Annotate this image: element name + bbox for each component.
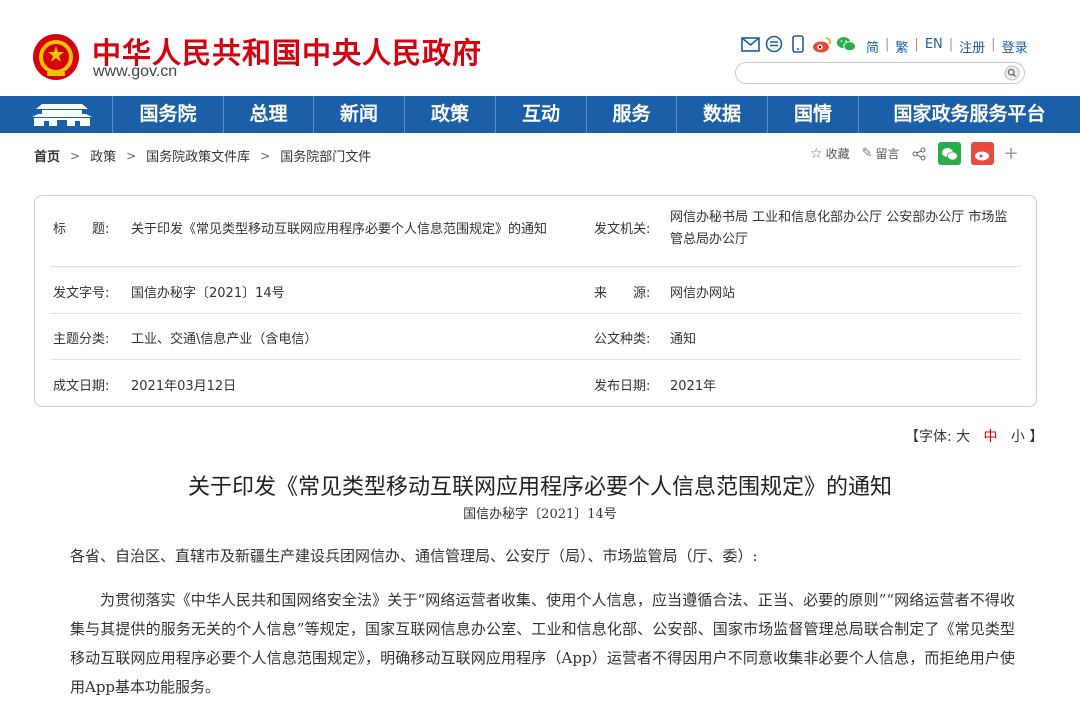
nav-item-service-platform[interactable]: 国家政务服务平台	[858, 96, 1080, 133]
source-label: 来 源:	[594, 286, 651, 301]
date-value: 2021年03月12日	[131, 379, 237, 394]
favorite-button[interactable]: ☆ 收藏	[810, 145, 850, 162]
comment-label: 留言	[875, 147, 900, 161]
nav-item-data[interactable]: 数据	[676, 96, 767, 133]
issuer-label: 发文机关:	[594, 222, 651, 237]
document-info-table: 标 题: 关于印发《常见类型移动互联网应用程序必要个人信息范围规定》的通知 发文…	[34, 195, 1037, 407]
national-emblem-icon	[33, 34, 79, 80]
login-link[interactable]: 登录	[1002, 37, 1028, 56]
separator: |	[948, 37, 954, 52]
register-link[interactable]: 注册	[959, 37, 985, 56]
nav-item-premier[interactable]: 总理	[223, 96, 313, 133]
english-link[interactable]: EN	[925, 37, 943, 56]
nav-item-state-council[interactable]: 国务院	[112, 96, 223, 133]
divider	[51, 266, 1020, 267]
breadcrumb-policy[interactable]: 政策	[90, 146, 116, 165]
main-nav: 国务院 总理 新闻 政策 互动 服务 数据 国情 国家政务服务平台	[0, 96, 1080, 133]
breadcrumb-dept-docs[interactable]: 国务院部门文件	[280, 146, 371, 165]
top-icons	[740, 35, 856, 53]
chevron-right-icon: >	[126, 148, 137, 163]
breadcrumb-policy-library[interactable]: 国务院政策文件库	[146, 146, 250, 165]
search-icon[interactable]	[1004, 65, 1020, 81]
pub-date-label: 发布日期:	[594, 379, 651, 394]
font-size-suffix: 】	[1029, 429, 1044, 445]
font-size-medium[interactable]: 中	[984, 429, 998, 445]
title-label: 标 题:	[53, 222, 110, 237]
simplified-link[interactable]: 简	[866, 37, 879, 56]
top-links: 简 | 繁 | EN | 注册 | 登录	[866, 37, 1028, 56]
search-input[interactable]	[735, 62, 1025, 84]
favorite-label: 收藏	[825, 147, 850, 161]
weibo-icon[interactable]	[812, 35, 832, 53]
share-wechat-button[interactable]	[937, 142, 961, 165]
site-url[interactable]: www.gov.cn	[93, 63, 177, 81]
topic-label: 主题分类:	[53, 332, 110, 347]
title-value: 关于印发《常见类型移动互联网应用程序必要个人信息范围规定》的通知	[131, 222, 548, 237]
weibo-icon	[974, 151, 989, 160]
breadcrumb-home[interactable]: 首页	[34, 146, 60, 165]
chevron-right-icon: >	[70, 148, 81, 163]
date-label: 成文日期:	[53, 379, 110, 394]
separator: |	[991, 37, 996, 52]
share-icon	[912, 147, 925, 160]
issuer-value: 网信办秘书局 工业和信息化部办公厅 公安部办公厅 市场监管总局办公厅	[670, 210, 1008, 247]
wechat-icon[interactable]	[836, 35, 856, 53]
chevron-right-icon: >	[260, 148, 271, 163]
font-size-small[interactable]: 小	[1011, 429, 1025, 445]
tiananmen-logo-icon[interactable]	[30, 100, 94, 128]
article-paragraph: 为贯彻落实《中华人民共和国网络安全法》关于“网络运营者收集、使用个人信息，应当遵…	[70, 591, 1015, 696]
star-icon: ☆	[810, 145, 823, 162]
separator: |	[914, 37, 919, 52]
separator: |	[885, 37, 890, 52]
mail-icon[interactable]	[740, 35, 760, 53]
divider	[51, 359, 1020, 360]
pub-date-value: 2021年	[670, 379, 717, 394]
docno-value: 国信办秘字〔2021〕14号	[131, 286, 285, 301]
pen-icon: ✎	[861, 146, 873, 161]
comment-button[interactable]: ✎ 留言	[862, 145, 900, 162]
font-size-prefix: 【字体:	[905, 429, 952, 445]
article-salutation: 各省、自治区、直辖市及新疆生产建设兵团网信办、通信管理局、公安厅（局）、市场监管…	[70, 547, 758, 565]
share-weibo-button[interactable]	[970, 142, 994, 165]
type-label: 公文种类:	[594, 332, 651, 347]
nav-item-national-info[interactable]: 国情	[767, 96, 858, 133]
nav-item-services[interactable]: 服务	[586, 96, 676, 133]
breadcrumb: 首页 > 政策 > 国务院政策文件库 > 国务院部门文件	[34, 146, 371, 166]
page-tools: ☆ 收藏 ✎ 留言 +	[810, 142, 1019, 165]
traditional-link[interactable]: 繁	[895, 37, 908, 56]
nav-item-news[interactable]: 新闻	[313, 96, 404, 133]
wechat-icon	[941, 147, 958, 160]
mobile-icon[interactable]	[788, 35, 808, 53]
article-docno: 国信办秘字〔2021〕14号	[463, 507, 617, 522]
more-share-icon[interactable]: +	[1004, 143, 1019, 164]
nav-item-policy[interactable]: 政策	[404, 96, 495, 133]
type-value: 通知	[670, 332, 697, 347]
font-size-selector: 【字体: 大 中 小 】	[905, 426, 1043, 446]
divider	[51, 313, 1020, 314]
message-icon[interactable]	[764, 35, 784, 53]
site-header: 中华人民共和国中央人民政府 www.gov.cn 简 | 繁 | EN | 注册 | 登…	[0, 0, 1080, 96]
topic-value: 工业、交通\信息产业（含电信）	[131, 332, 318, 347]
share-button[interactable]	[912, 147, 926, 161]
nav-item-interaction[interactable]: 互动	[495, 96, 586, 133]
font-size-large[interactable]: 大	[956, 429, 970, 445]
article-title: 关于印发《常见类型移动互联网应用程序必要个人信息范围规定》的通知	[187, 475, 892, 500]
docno-label: 发文字号:	[53, 286, 110, 301]
source-value: 网信办网站	[670, 286, 736, 301]
